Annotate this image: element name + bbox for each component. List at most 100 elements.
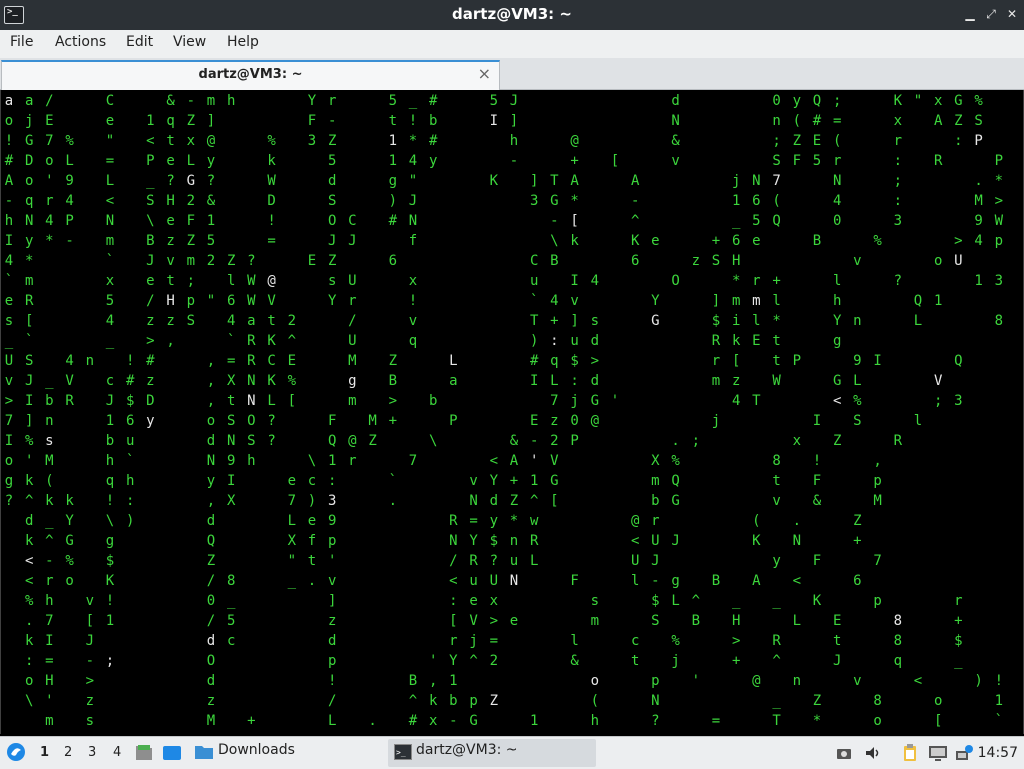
matrix-glyph: 6 [126, 413, 134, 429]
matrix-glyph: = [490, 633, 498, 649]
desktop-icon[interactable] [162, 743, 182, 763]
matrix-glyph: - [45, 553, 53, 569]
matrix-glyph: J [25, 373, 33, 389]
matrix-glyph: 5 [389, 93, 397, 109]
matrix-glyph: . [793, 513, 801, 529]
start-menu-icon[interactable] [6, 742, 26, 762]
menu-actions[interactable]: Actions [55, 34, 106, 50]
matrix-glyph: R [25, 293, 34, 309]
matrix-glyph: \ [550, 233, 558, 249]
matrix-glyph: 9 [853, 353, 861, 369]
matrix-glyph: L [288, 513, 296, 529]
matrix-glyph: e [510, 613, 518, 629]
matrix-glyph: ; [187, 273, 195, 289]
matrix-glyph: Z [954, 113, 962, 129]
matrix-glyph: ? [894, 273, 902, 289]
matrix-glyph: y [25, 233, 33, 249]
matrix-glyph: ; [772, 133, 780, 149]
workspace-4[interactable]: 4 [113, 745, 121, 760]
menu-file[interactable]: File [10, 34, 33, 50]
matrix-glyph: p [873, 593, 881, 609]
matrix-glyph: p [328, 533, 336, 549]
matrix-glyph: J [651, 553, 659, 569]
matrix-glyph: e [166, 213, 174, 229]
tab-close-icon[interactable]: × [478, 64, 491, 83]
matrix-glyph: c [631, 633, 639, 649]
matrix-glyph: E [288, 353, 296, 369]
menu-edit[interactable]: Edit [126, 34, 153, 50]
matrix-glyph: h [833, 293, 841, 309]
clipboard-icon[interactable] [900, 743, 920, 763]
matrix-glyph: 4 [732, 393, 740, 409]
matrix-glyph: z [86, 693, 94, 709]
taskbar-terminal-button[interactable]: >_ dartz@VM3: ~ [388, 739, 596, 767]
matrix-glyph: l [833, 273, 841, 289]
matrix-glyph: D [25, 153, 33, 169]
matrix-glyph: T [550, 173, 559, 189]
monitor-icon[interactable] [928, 744, 948, 762]
matrix-glyph: m [752, 293, 760, 309]
menu-help[interactable]: Help [227, 34, 259, 50]
terminal-output[interactable]: a a / C & - m h Yr 5 _ #5 Jd 0 y Q; K " x G% o j Ee 1 q Z] F - t! b I]… [0, 90, 1024, 734]
matrix-glyph: ( [793, 113, 801, 129]
matrix-glyph: + [389, 413, 397, 429]
matrix-glyph: ` [227, 333, 235, 349]
matrix-glyph: R [65, 393, 74, 409]
network-icon[interactable] [954, 743, 974, 763]
file-manager-icon[interactable] [134, 743, 154, 763]
matrix-glyph: U [348, 333, 356, 349]
matrix-glyph: a [25, 93, 33, 109]
close-icon[interactable]: ✕ [1004, 6, 1020, 22]
matrix-glyph: > [995, 193, 1003, 209]
matrix-glyph: 3 [995, 273, 1003, 289]
matrix-glyph: % [873, 233, 882, 249]
matrix-glyph: 0 [772, 93, 780, 109]
matrix-glyph: x [793, 433, 801, 449]
camera-icon[interactable] [836, 745, 852, 761]
volume-icon[interactable] [864, 744, 882, 762]
matrix-glyph: 4 [591, 273, 599, 289]
matrix-glyph: \ [25, 693, 33, 709]
matrix-glyph: z [146, 313, 154, 329]
matrix-glyph: 1 [530, 713, 538, 729]
tab-terminal[interactable]: dartz@VM3: ~ × [1, 60, 500, 90]
matrix-glyph: k [429, 693, 438, 709]
matrix-glyph: z [166, 313, 174, 329]
matrix-glyph: m [732, 293, 740, 309]
matrix-glyph: # [5, 153, 14, 169]
matrix-glyph: g [5, 473, 13, 489]
matrix-glyph: ! [126, 353, 134, 369]
matrix-glyph: 6 [732, 233, 740, 249]
matrix-glyph: 3 [530, 193, 538, 209]
matrix-glyph: c [308, 473, 316, 489]
matrix-glyph: 3 [308, 133, 316, 149]
taskbar-downloads[interactable]: Downloads [218, 742, 295, 758]
matrix-glyph: N [833, 173, 841, 189]
minimize-icon[interactable]: ▁ [962, 6, 978, 22]
workspace-2[interactable]: 2 [64, 745, 72, 760]
matrix-glyph: ' [611, 393, 619, 409]
matrix-glyph: G [187, 173, 195, 189]
matrix-glyph: / [45, 93, 53, 109]
matrix-glyph: . [308, 573, 316, 589]
matrix-glyph: d [591, 333, 599, 349]
matrix-glyph: : [25, 653, 33, 669]
matrix-glyph: L [793, 613, 801, 629]
matrix-glyph: C [267, 353, 275, 369]
matrix-glyph: * [25, 253, 33, 269]
matrix-glyph: S [772, 153, 780, 169]
matrix-glyph: U [954, 253, 962, 269]
matrix-glyph: 1 [995, 693, 1003, 709]
matrix-glyph: p [995, 233, 1003, 249]
matrix-glyph: G [25, 133, 33, 149]
matrix-glyph: P [974, 133, 982, 149]
workspace-3[interactable]: 3 [88, 745, 96, 760]
matrix-glyph: J [146, 253, 154, 269]
matrix-glyph: y [146, 413, 154, 429]
matrix-glyph: 1 [449, 673, 457, 689]
workspace-1[interactable]: 1 [40, 745, 49, 760]
menu-view[interactable]: View [173, 34, 206, 50]
matrix-glyph: 1 [389, 133, 397, 149]
maximize-icon[interactable]: ⤢ [983, 6, 999, 22]
matrix-glyph: u [469, 573, 477, 589]
